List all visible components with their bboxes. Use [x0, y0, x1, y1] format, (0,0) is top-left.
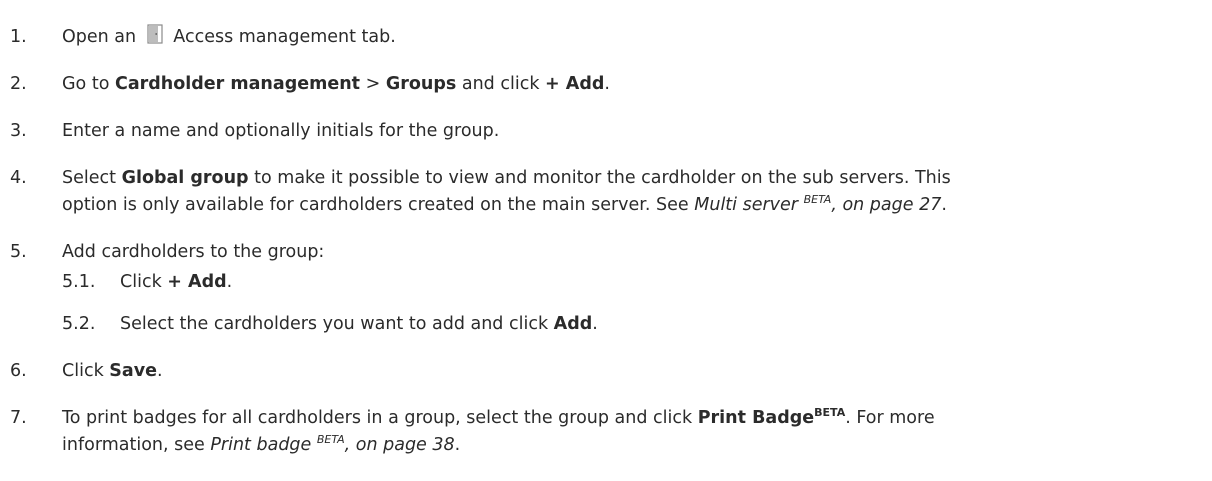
step-number: 2. [10, 74, 27, 94]
menu-path-cardholder-management: Cardholder management [114, 74, 361, 94]
step-number: 1. [10, 27, 27, 47]
cross-reference-link[interactable]: Multi server BETA, on page 27 [694, 194, 941, 215]
add-button-label: Add [553, 314, 593, 334]
instructions-list: 1. Open an Access management tab. 2. Go … [0, 0, 1212, 481]
step-text: Click Save. [62, 361, 163, 381]
step-text: Select the cardholders you want to add a… [120, 314, 598, 334]
step-number: 5.2. [62, 314, 96, 334]
step-number: 3. [10, 121, 27, 141]
save-button-label: Save [109, 361, 157, 381]
add-button-label: + Add [167, 272, 227, 292]
step-text: Select Global group to make it possible … [62, 168, 951, 188]
step-text: Add cardholders to the group: [62, 242, 325, 262]
global-group-option: Global group [121, 168, 249, 188]
step-number: 6. [10, 361, 27, 381]
print-badge-button-label: Print BadgeBETA [697, 406, 846, 428]
step-number: 5.1. [62, 272, 96, 292]
step-text: Go to Cardholder management > Groups and… [62, 74, 610, 94]
step-text: information, see Print badge BETA, on pa… [62, 433, 461, 455]
step-text: To print badges for all cardholders in a… [62, 406, 935, 428]
menu-path-groups: Groups [385, 74, 457, 94]
step-number: 4. [10, 168, 27, 188]
add-button-label: + Add [545, 74, 605, 94]
step-text: Enter a name and optionally initials for… [62, 121, 500, 141]
step-number: 7. [10, 408, 27, 428]
step-number: 5. [10, 242, 27, 262]
cross-reference-link[interactable]: Print badge BETA, on page 38 [210, 434, 454, 455]
step-text: Open an Access management tab. [62, 24, 1200, 50]
step-text: option is only available for cardholders… [62, 193, 947, 215]
door-icon [147, 24, 163, 44]
step-text: Click + Add. [120, 272, 233, 292]
